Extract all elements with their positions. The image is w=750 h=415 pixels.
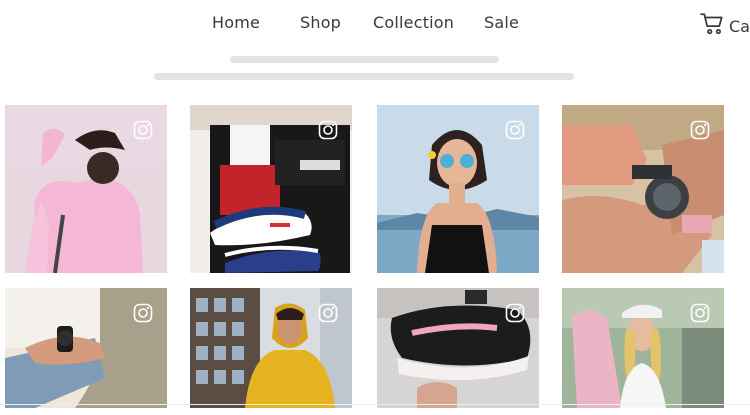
nav-shop-link[interactable]: Shop <box>300 13 341 32</box>
nav-collection-link[interactable]: Collection <box>373 13 454 32</box>
placeholder-bar <box>154 73 574 80</box>
page-divider <box>0 404 750 405</box>
instagram-icon[interactable] <box>690 120 710 140</box>
gallery-tile[interactable] <box>5 288 167 408</box>
nav-home-link[interactable]: Home <box>212 13 260 32</box>
instagram-icon[interactable] <box>133 303 153 323</box>
gallery-tile[interactable] <box>562 288 724 408</box>
cart-icon <box>700 11 726 41</box>
instagram-icon[interactable] <box>505 120 525 140</box>
placeholder-bar <box>230 56 499 63</box>
nav-sale-link[interactable]: Sale <box>484 13 519 32</box>
gallery-tile[interactable] <box>562 105 724 273</box>
cart-label: Ca <box>729 16 750 36</box>
instagram-icon[interactable] <box>318 303 338 323</box>
gallery-tile[interactable] <box>377 105 539 273</box>
gallery-tile[interactable] <box>190 105 352 273</box>
instagram-icon[interactable] <box>505 303 525 323</box>
top-navigation: Home Shop Collection Sale Ca <box>0 0 750 50</box>
gallery-tile[interactable] <box>190 288 352 408</box>
gallery-tile[interactable] <box>5 105 167 273</box>
instagram-icon[interactable] <box>318 120 338 140</box>
instagram-icon[interactable] <box>690 303 710 323</box>
cart-button[interactable]: Ca <box>700 11 750 41</box>
instagram-icon[interactable] <box>133 120 153 140</box>
gallery-tile[interactable] <box>377 288 539 408</box>
